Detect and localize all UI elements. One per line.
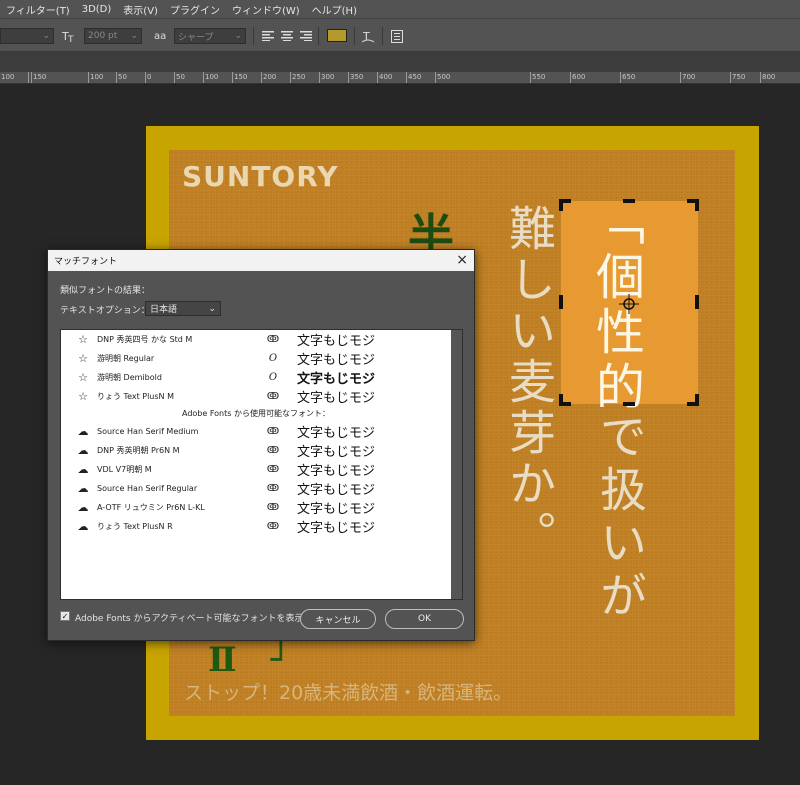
cc-icon: ↂ (266, 521, 280, 532)
resize-handle-bottom-right[interactable] (695, 394, 699, 406)
chevron-down-icon: ⌄ (208, 303, 216, 314)
results-label: 類似フォントの結果： (60, 286, 151, 296)
text-option-label: テキストオプション： (60, 306, 150, 316)
align-center-icon[interactable] (281, 28, 293, 44)
menu-window[interactable]: ウィンドウ(W) (226, 2, 306, 17)
font-results-list[interactable]: ☆ DNP 秀英四号 かな Std M ↂ 文字もじモジ ☆ 游明朝 Regul… (60, 329, 463, 600)
star-icon[interactable]: ☆ (77, 390, 89, 403)
divider (354, 27, 355, 45)
opentype-icon: O (268, 372, 278, 383)
menu-help[interactable]: ヘルプ(H) (306, 2, 363, 17)
text-color-swatch[interactable] (327, 29, 347, 42)
ok-button[interactable]: OK (385, 609, 464, 629)
reference-point-icon[interactable] (619, 294, 639, 318)
panels-icon[interactable] (391, 28, 403, 44)
chevron-down-icon: ⌄ (234, 31, 242, 41)
star-icon[interactable]: ☆ (77, 333, 89, 346)
opentype-icon: O (268, 353, 278, 364)
resize-handle-bottom[interactable] (623, 402, 635, 406)
brand-logo: SUNTORY (182, 160, 339, 193)
menu-plugins[interactable]: プラグイン (164, 2, 226, 17)
font-size-field[interactable]: 200 pt ⌄ (84, 28, 142, 44)
menu-filter[interactable]: フィルター(T) (0, 2, 76, 17)
divider (318, 27, 319, 45)
star-icon[interactable]: ☆ (77, 352, 89, 365)
horizontal-ruler: 100 150 100 50 0 50 100 150 200 250 300 … (0, 72, 800, 84)
cc-icon: ↂ (266, 391, 280, 402)
cloud-download-icon[interactable]: ☁ (77, 482, 89, 495)
cc-icon: ↂ (266, 445, 280, 456)
chevron-down-icon: ⌄ (130, 31, 138, 41)
menu-bar: フィルター(T) 3D(D) 表示(V) プラグイン ウィンドウ(W) ヘルプ(… (0, 0, 800, 18)
list-item[interactable]: ☁ DNP 秀英明朝 Pr6N M ↂ 文字もじモジ (61, 441, 451, 460)
language-select[interactable]: 日本語 ⌄ (145, 301, 221, 316)
list-item[interactable]: ☁ Source Han Serif Medium ↂ 文字もじモジ (61, 422, 451, 441)
divider (253, 27, 254, 45)
list-item[interactable]: ☆ りょう Text PlusN M ↂ 文字もじモジ (61, 387, 451, 406)
font-style-select[interactable]: ⌄ (0, 28, 54, 44)
resize-handle-top-left[interactable] (559, 199, 563, 211)
options-bar: ⌄ TT 200 pt ⌄ aa シャープ ⌄ T (0, 18, 800, 52)
cloud-download-icon[interactable]: ☁ (77, 520, 89, 533)
star-icon[interactable]: ☆ (77, 371, 89, 384)
checkmark-icon: ✓ (61, 611, 69, 621)
menu-3d[interactable]: 3D(D) (76, 4, 118, 15)
match-font-dialog: マッチフォント × 類似フォントの結果： テキストオプション： 日本語 ⌄ ☆ … (47, 249, 475, 641)
align-right-icon[interactable] (300, 28, 312, 44)
adobe-fonts-section-header: Adobe Fonts から使用可能なフォント： (182, 409, 330, 418)
cc-icon: ↂ (266, 334, 280, 345)
divider (382, 27, 383, 45)
chevron-down-icon: ⌄ (42, 31, 50, 41)
show-adobe-fonts-checkbox[interactable]: ✓ (60, 611, 70, 621)
document-tab-strip (0, 52, 800, 72)
svg-text:T: T (67, 35, 74, 43)
dialog-title-bar: マッチフォント × (48, 250, 474, 271)
cc-icon: ↂ (266, 426, 280, 437)
resize-handle-top-right[interactable] (695, 199, 699, 211)
list-item[interactable]: ☆ 游明朝 Regular O 文字もじモジ (61, 349, 451, 368)
antialias-select[interactable]: シャープ ⌄ (174, 28, 246, 44)
show-adobe-fonts-label[interactable]: Adobe Fonts からアクティベート可能なフォントを表示 (75, 611, 304, 624)
resize-handle-top[interactable] (623, 199, 635, 203)
antialias-icon: aa (154, 30, 167, 42)
vertical-copy-right: で扱いが (591, 412, 646, 624)
list-item[interactable]: ☁ VDL V7明朝 M ↂ 文字もじモジ (61, 460, 451, 479)
cloud-download-icon[interactable]: ☁ (77, 425, 89, 438)
font-size-icon: TT (62, 28, 78, 44)
vertical-copy-left: 難しい麦芽か。 (500, 204, 555, 561)
cc-icon: ↂ (266, 483, 280, 494)
resize-handle-bottom-left[interactable] (559, 394, 563, 406)
poster-footer-warning: ストップ！20歳未満飲酒・飲酒運転。 (184, 682, 513, 704)
cloud-download-icon[interactable]: ☁ (77, 501, 89, 514)
list-item[interactable]: ☁ A-OTF リュウミン Pr6N L-KL ↂ 文字もじモジ (61, 498, 451, 517)
list-item[interactable]: ☁ Source Han Serif Regular ↂ 文字もじモジ (61, 479, 451, 498)
resize-handle-right[interactable] (695, 295, 699, 309)
list-scrollbar[interactable] (451, 330, 462, 599)
warp-text-icon[interactable]: T (362, 28, 374, 44)
resize-handle-left[interactable] (559, 295, 563, 309)
menu-view[interactable]: 表示(V) (117, 2, 164, 17)
dialog-title: マッチフォント (54, 257, 118, 267)
list-item[interactable]: ☆ 游明朝 Demibold O 文字もじモジ (61, 368, 451, 387)
cc-icon: ↂ (266, 464, 280, 475)
align-left-icon[interactable] (262, 28, 274, 44)
cloud-download-icon[interactable]: ☁ (77, 463, 89, 476)
cc-icon: ↂ (266, 502, 280, 513)
list-item[interactable]: ☆ DNP 秀英四号 かな Std M ↂ 文字もじモジ (61, 330, 451, 349)
list-item[interactable]: ☁ りょう Text PlusN R ↂ 文字もじモジ (61, 517, 451, 536)
cloud-download-icon[interactable]: ☁ (77, 444, 89, 457)
cancel-button[interactable]: キャンセル (300, 609, 376, 629)
close-icon[interactable]: × (456, 252, 468, 268)
